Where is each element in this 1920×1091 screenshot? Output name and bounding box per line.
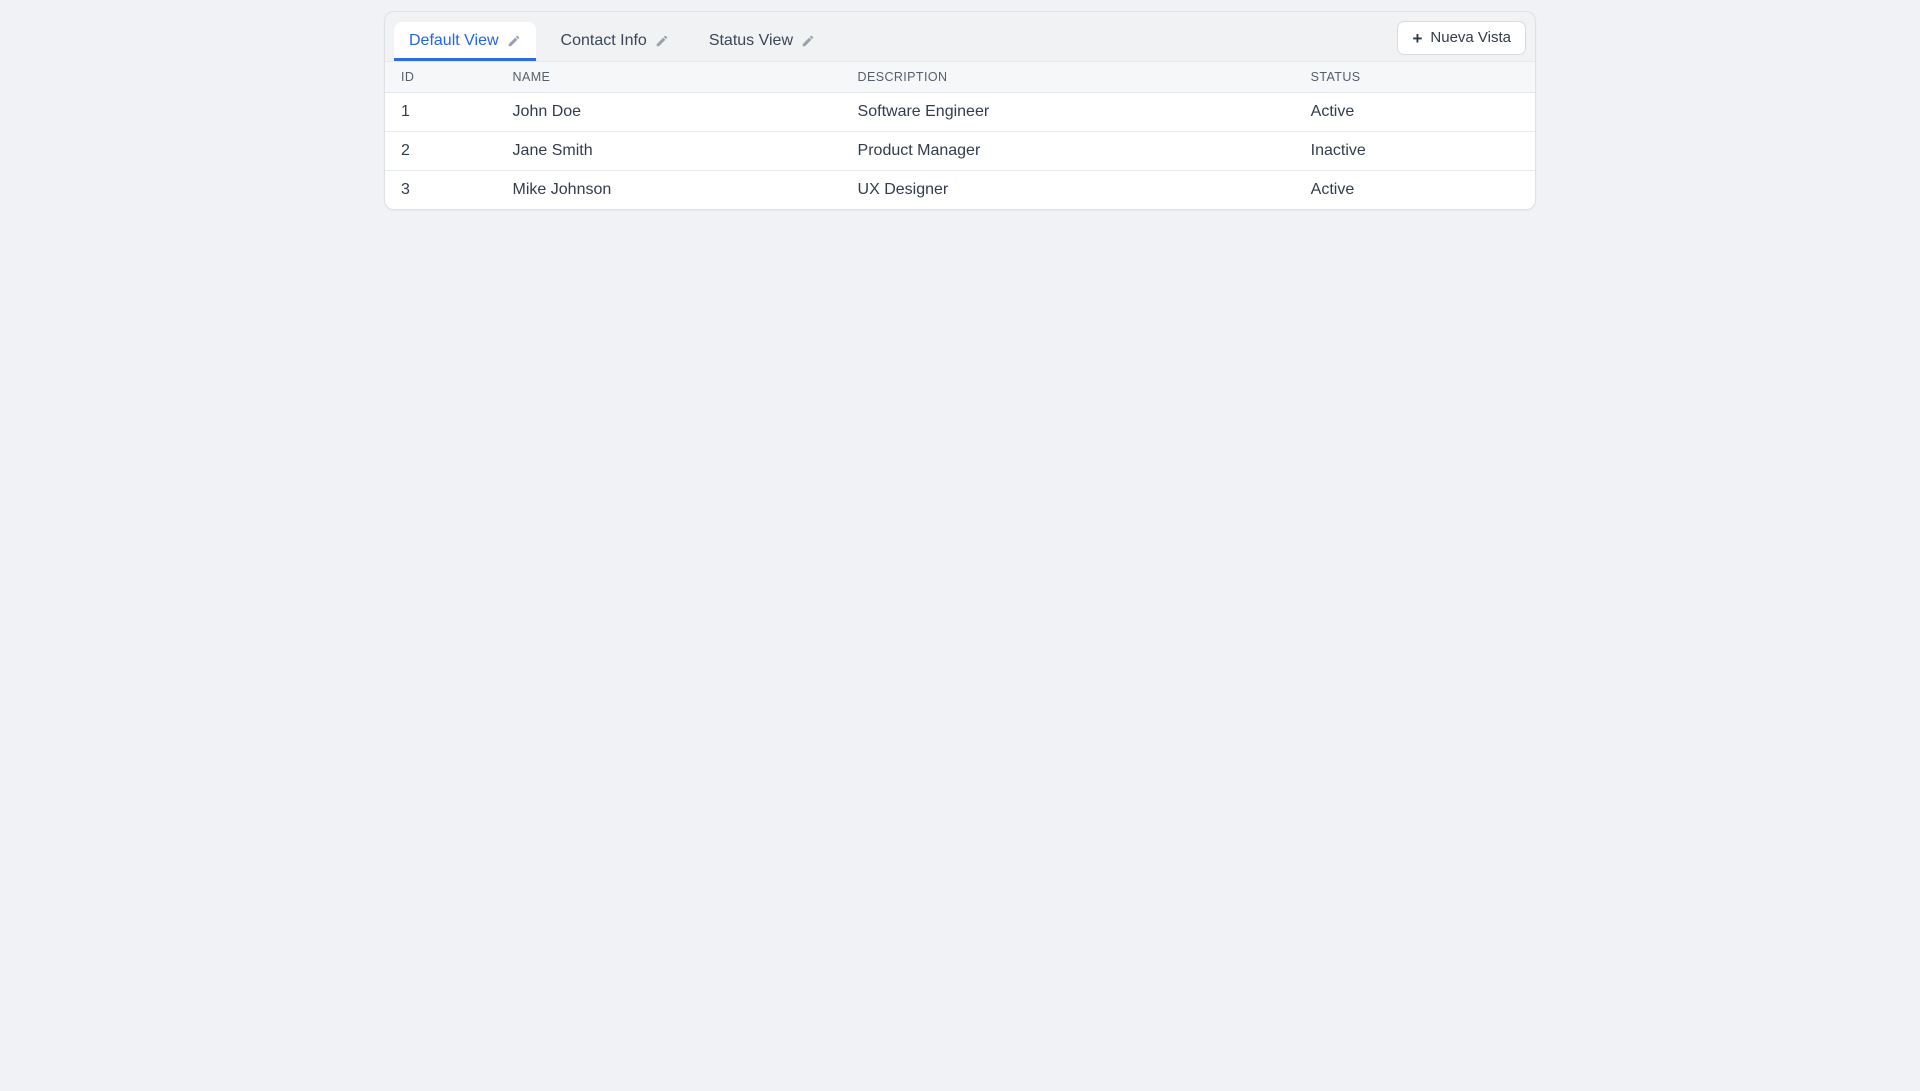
cell-id: 1 bbox=[385, 92, 497, 132]
tab-default-view[interactable]: Default View bbox=[394, 22, 536, 61]
table-row: 1 John Doe Software Engineer Active bbox=[385, 92, 1535, 132]
column-header-id: ID bbox=[385, 61, 497, 93]
cell-status: Active bbox=[1294, 92, 1535, 132]
edit-pencil-icon[interactable] bbox=[507, 34, 521, 48]
tab-contact-info[interactable]: Contact Info bbox=[546, 22, 684, 61]
cell-status: Inactive bbox=[1294, 131, 1535, 171]
edit-pencil-icon[interactable] bbox=[801, 34, 815, 48]
edit-pencil-icon[interactable] bbox=[655, 34, 669, 48]
view-tabbar: Default View Contact Info Status View + bbox=[385, 12, 1535, 61]
new-view-button[interactable]: + Nueva Vista bbox=[1397, 21, 1526, 55]
tab-status-view[interactable]: Status View bbox=[694, 22, 830, 61]
views-card: Default View Contact Info Status View + bbox=[384, 11, 1536, 210]
cell-name: John Doe bbox=[496, 92, 842, 132]
column-header-status: STATUS bbox=[1294, 61, 1535, 93]
cell-name: Jane Smith bbox=[496, 131, 842, 171]
cell-id: 3 bbox=[401, 181, 410, 198]
cell-description: Software Engineer bbox=[841, 92, 1295, 132]
cell-description: UX Designer bbox=[857, 181, 949, 198]
table-row: 3 Mike Johnson UX Designer Active bbox=[385, 171, 1535, 210]
tab-default-view-label: Default View bbox=[409, 32, 499, 49]
cell-description: Product Manager bbox=[841, 131, 1295, 171]
cell-id: 2 bbox=[385, 131, 497, 171]
plus-icon: + bbox=[1412, 28, 1423, 48]
table-header-row: ID NAME DESCRIPTION STATUS bbox=[385, 61, 1535, 93]
records-table: ID NAME DESCRIPTION STATUS 1 John Doe So… bbox=[385, 61, 1535, 209]
column-header-description: DESCRIPTION bbox=[841, 61, 1295, 93]
table-row: 2 Jane Smith Product Manager Inactive bbox=[385, 131, 1535, 171]
tab-status-view-label: Status View bbox=[708, 32, 794, 49]
tab-contact-info-label: Contact Info bbox=[560, 32, 647, 49]
cell-name: Mike Johnson bbox=[512, 181, 612, 198]
column-header-name: NAME bbox=[496, 61, 842, 93]
view-tabs: Default View Contact Info Status View bbox=[394, 22, 830, 61]
new-view-button-label: Nueva Vista bbox=[1430, 29, 1511, 46]
cell-status: Active bbox=[1310, 181, 1355, 198]
